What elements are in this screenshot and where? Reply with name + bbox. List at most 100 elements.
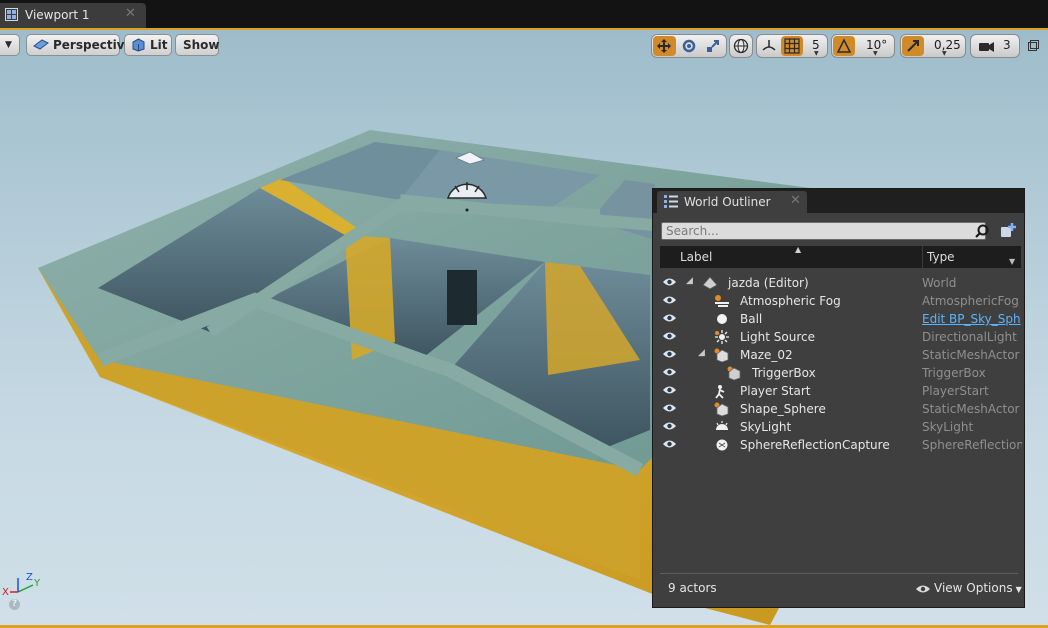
level-viewport[interactable]: ▼ Perspective Lit Show 5 ▼ 10° ▼ 0,25 ▼ …	[0, 30, 1048, 625]
help-icon[interactable]: ?	[9, 599, 20, 610]
outliner-list-icon	[664, 195, 678, 208]
visibility-eye-icon[interactable]	[662, 313, 677, 323]
visibility-eye-icon[interactable]	[662, 403, 677, 413]
rotation-snap-group: 10° ▼	[831, 34, 895, 58]
actor-label: Ball	[740, 312, 763, 326]
move-arrows-icon	[657, 39, 671, 53]
chevron-down-icon: ▼	[942, 50, 947, 57]
actor-label: SphereReflectionCapture	[740, 438, 890, 452]
actor-label: Player Start	[740, 384, 811, 398]
grid-icon	[784, 38, 800, 54]
eye-icon	[916, 585, 930, 593]
expand-triangle-icon[interactable]: ◢	[698, 348, 705, 358]
outliner-tab-bar: World Outliner ✕	[653, 189, 1024, 213]
outliner-row[interactable]: SphereReflectionCapture SphereReflectionC	[653, 436, 1024, 454]
chevron-down-icon: ▼	[1015, 585, 1022, 594]
grid-snap-toggle[interactable]	[781, 36, 803, 56]
chevron-down-icon: ▼	[873, 50, 878, 57]
visibility-eye-icon[interactable]	[662, 295, 677, 305]
reflection-capture-icon	[713, 437, 731, 456]
column-type-header[interactable]: Type	[927, 250, 955, 264]
outliner-row[interactable]: Ball Edit BP_Sky_Sph	[653, 310, 1024, 328]
actor-label: TriggerBox	[752, 366, 816, 380]
scale-icon	[707, 40, 719, 52]
actor-type: StaticMeshActor	[922, 402, 1020, 416]
actor-type: PlayerStart	[922, 384, 989, 398]
rotate-icon	[682, 39, 696, 53]
transform-mode-group	[651, 34, 727, 58]
scale-mode-button[interactable]	[702, 36, 725, 56]
actor-label: Maze_02	[740, 348, 793, 362]
visibility-eye-icon[interactable]	[662, 331, 677, 341]
visibility-eye-icon[interactable]	[662, 439, 677, 449]
camera-speed-value: 3	[1003, 38, 1011, 52]
column-label-header[interactable]: Label	[680, 250, 712, 264]
grid-snap-group: 5 ▼	[756, 34, 828, 58]
actor-label: Shape_Sphere	[740, 402, 826, 416]
outliner-row[interactable]: Light Source DirectionalLight	[653, 328, 1024, 346]
actor-count: 9 actors	[668, 581, 717, 595]
world-outliner-panel: World Outliner ✕ Label ▲ Type ▼ ◢ jazda (…	[652, 188, 1025, 608]
outliner-row[interactable]: ◢ jazda (Editor) World	[653, 274, 1024, 292]
expand-triangle-icon[interactable]: ◢	[686, 276, 693, 286]
actor-type: DirectionalLight	[922, 330, 1017, 344]
maximize-icon	[1028, 40, 1039, 51]
close-icon[interactable]: ✕	[125, 6, 136, 21]
translate-mode-button[interactable]	[653, 36, 676, 56]
tab-viewport-1[interactable]: Viewport 1 ✕	[0, 3, 146, 28]
visibility-eye-icon[interactable]	[662, 367, 677, 377]
outliner-row[interactable]: Shape_Sphere StaticMeshActor	[653, 400, 1024, 418]
actor-label: SkyLight	[740, 420, 792, 434]
lit-button[interactable]: Lit	[124, 34, 172, 56]
camera-speed-button[interactable]: 3	[970, 34, 1020, 58]
coordinate-system-button[interactable]	[729, 34, 753, 58]
actor-label: Light Source	[740, 330, 815, 344]
outliner-row[interactable]: SkyLight SkyLight	[653, 418, 1024, 436]
perspective-button[interactable]: Perspective	[26, 34, 133, 56]
actor-type: SkyLight	[922, 420, 974, 434]
surface-snap-icon	[762, 40, 776, 51]
search-icon[interactable]	[975, 224, 989, 238]
show-button[interactable]: Show	[175, 34, 220, 56]
outliner-row[interactable]: ◢ Maze_02 StaticMeshActor	[653, 346, 1024, 364]
actor-type[interactable]: Edit BP_Sky_Sph	[922, 312, 1022, 326]
scale-snap-group: 0,25 ▼	[900, 34, 966, 58]
outliner-row[interactable]: TriggerBox TriggerBox	[653, 364, 1024, 382]
outliner-row[interactable]: Player Start PlayerStart	[653, 382, 1024, 400]
rotation-snap-toggle[interactable]	[833, 36, 855, 56]
actor-label: jazda (Editor)	[728, 276, 809, 290]
visibility-eye-icon[interactable]	[662, 421, 677, 431]
outliner-search-input[interactable]	[661, 222, 986, 240]
close-icon[interactable]: ✕	[790, 193, 801, 208]
sort-arrow-icon: ▲	[795, 245, 802, 254]
scale-snap-value[interactable]: 0,25	[934, 38, 961, 52]
add-actor-icon[interactable]	[999, 222, 1017, 239]
chevron-down-icon: ▼	[5, 40, 12, 50]
visibility-eye-icon[interactable]	[662, 385, 677, 395]
maximize-viewport-button[interactable]	[1028, 40, 1039, 54]
tab-world-outliner[interactable]: World Outliner ✕	[657, 191, 807, 213]
tab-bar: Viewport 1 ✕	[0, 0, 1048, 30]
viewport-options-menu[interactable]: ▼	[0, 34, 20, 56]
viewport-grid-icon	[5, 8, 18, 21]
visibility-eye-icon[interactable]	[662, 349, 677, 359]
visibility-eye-icon[interactable]	[662, 277, 677, 287]
view-options-button[interactable]: View Options ▼	[915, 581, 1022, 595]
actor-type: TriggerBox	[922, 366, 986, 380]
outliner-header: Label ▲ Type ▼	[660, 245, 1021, 268]
axis-gizmo: X Y Z	[2, 572, 41, 598]
perspective-icon	[33, 39, 49, 50]
globe-icon	[733, 38, 749, 54]
surface-snap-button[interactable]	[758, 36, 780, 56]
camera-icon	[979, 42, 994, 52]
outliner-row[interactable]: Atmospheric Fog AtmosphericFog	[653, 292, 1024, 310]
angle-icon	[836, 38, 852, 53]
scale-snap-toggle[interactable]	[902, 36, 924, 56]
axis-y-label: Y	[33, 578, 41, 589]
lit-cube-icon	[132, 38, 145, 52]
chevron-down-icon[interactable]: ▼	[1009, 257, 1015, 266]
rotate-mode-button[interactable]	[678, 36, 701, 56]
actor-type: SphereReflectionC	[922, 438, 1022, 452]
tab-title: Viewport 1	[25, 8, 90, 22]
actor-type: StaticMeshActor	[922, 348, 1020, 362]
